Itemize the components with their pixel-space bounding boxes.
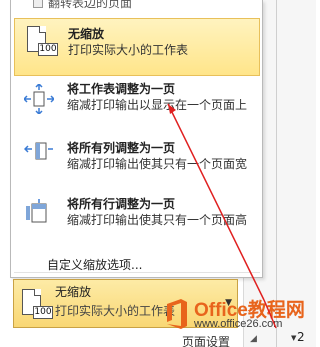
menu-item-description: 缩减打印输出使其只有一个页面高 — [67, 213, 248, 227]
menu-item-description: 缩减打印输出使其只有一个页面宽 — [67, 157, 248, 171]
menu-item-fit-rows[interactable]: 将所有行调整为一页 缩减打印输出使其只有一个页面高 — [14, 194, 260, 252]
office-logo-icon — [167, 299, 187, 329]
combo-title: 无缩放 — [55, 285, 92, 299]
scaling-dropdown-menu: 翻转表边的页面 100 无缩放 打印实际大小的工作表 将工作表调整为一页 缩减打… — [10, 0, 263, 278]
menu-item-title: 无缩放 — [68, 27, 105, 41]
menu-item-description: 打印实际大小的工作表 — [68, 43, 189, 57]
fit-columns-icon — [24, 138, 54, 168]
menu-item-title: 将工作表调整为一页 — [67, 82, 176, 96]
menu-item-title: 将所有行调整为一页 — [67, 197, 176, 211]
flip-page-icon — [33, 0, 43, 8]
label-100: 100 — [33, 306, 53, 319]
custom-scaling-options[interactable]: 自定义缩放选项... — [47, 256, 142, 273]
menu-item-description: 缩减打印输出以显示在一个页面上 — [67, 98, 248, 112]
menu-item-fit-sheet[interactable]: 将工作表调整为一页 缩减打印输出以显示在一个页面上 — [14, 78, 260, 136]
excel-print-window: 翻转表边的页面 100 无缩放 打印实际大小的工作表 将工作表调整为一页 缩减打… — [0, 0, 316, 347]
page-100-icon: 100 — [22, 289, 53, 319]
fit-rows-icon — [24, 198, 54, 228]
menu-item-no-scaling[interactable]: 100 无缩放 打印实际大小的工作表 — [14, 18, 260, 76]
menu-item-fit-columns[interactable]: 将所有列调整为一页 缩减打印输出使其只有一个页面宽 — [14, 136, 260, 194]
watermark-url: www.office26.com — [194, 318, 283, 330]
fit-sheet-icon — [24, 84, 54, 114]
previous-menu-item[interactable]: 翻转表边的页面 — [11, 0, 262, 16]
page-100-icon: 100 — [27, 26, 58, 56]
office26-watermark: Office教程网 www.office26.com — [164, 294, 316, 338]
previous-item-label: 翻转表边的页面 — [48, 0, 133, 10]
menu-item-title: 将所有列调整为一页 — [67, 141, 176, 155]
menu-separator — [14, 272, 260, 273]
label-100: 100 — [38, 43, 58, 56]
